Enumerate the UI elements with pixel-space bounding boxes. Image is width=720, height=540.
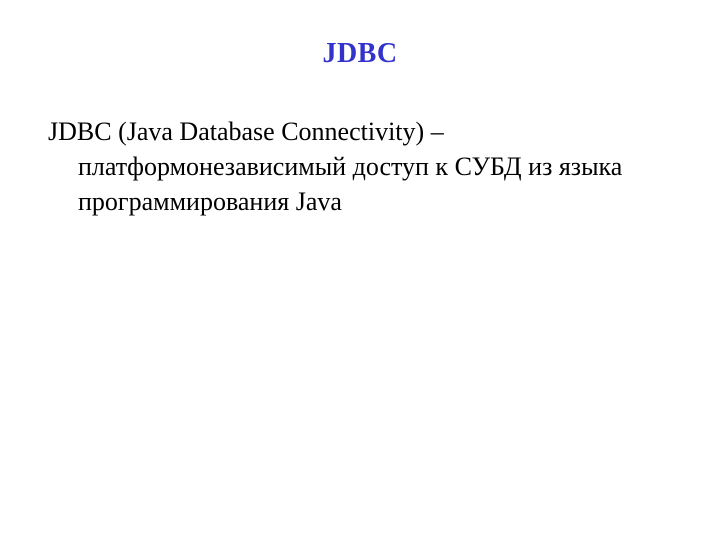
slide-container: JDBC JDBC (Java Database Connectivity) –… [0,0,720,540]
slide-body-text: JDBC (Java Database Connectivity) – плат… [78,114,672,219]
slide-title: JDBC [48,38,672,70]
